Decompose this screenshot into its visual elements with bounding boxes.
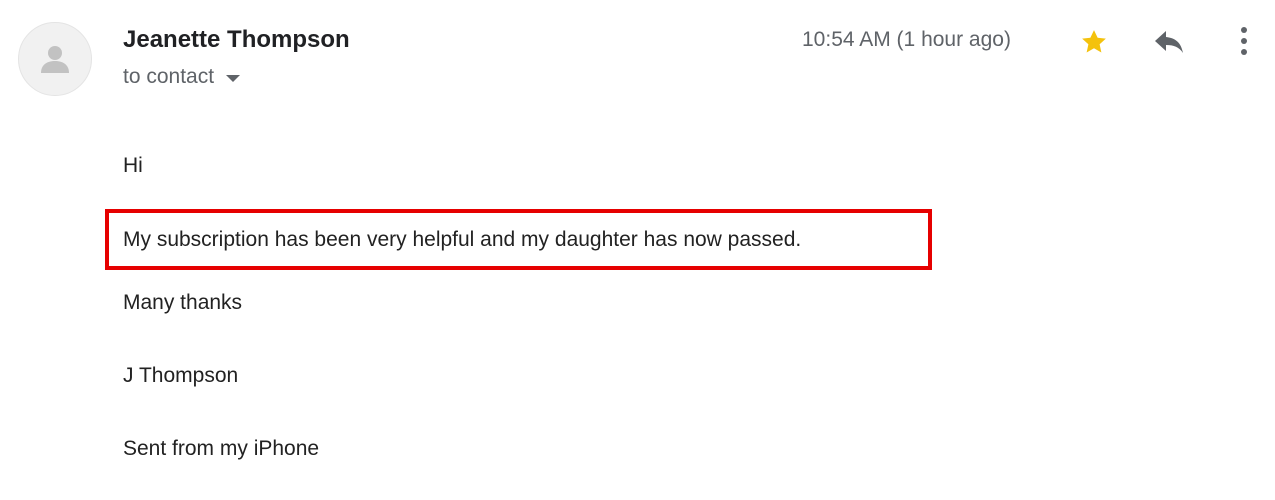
message-thanks: Many thanks bbox=[123, 291, 243, 314]
person-icon bbox=[41, 46, 69, 73]
recipient-label: to contact bbox=[123, 65, 215, 88]
sender-name: Jeanette Thompson bbox=[123, 26, 350, 53]
message-signature: J Thompson bbox=[123, 364, 239, 387]
sender-avatar[interactable] bbox=[18, 22, 92, 96]
message-timestamp: 10:54 AM (1 hour ago) bbox=[802, 28, 1011, 51]
chevron-down-icon bbox=[226, 74, 241, 82]
email-message-view: Jeanette Thompson to contact 10:54 AM (1… bbox=[0, 0, 1275, 500]
message-sent-from: Sent from my iPhone bbox=[123, 437, 320, 460]
reply-icon bbox=[1155, 31, 1183, 53]
message-greeting: Hi bbox=[123, 154, 143, 177]
star-button[interactable] bbox=[1076, 24, 1112, 60]
message-highlighted-line: My subscription has been very helpful an… bbox=[123, 228, 802, 251]
recipient-details-toggle[interactable]: to contact bbox=[123, 65, 241, 89]
more-options-button[interactable] bbox=[1230, 22, 1258, 60]
reply-button[interactable] bbox=[1150, 24, 1188, 60]
more-vert-icon bbox=[1241, 27, 1247, 55]
star-icon bbox=[1082, 30, 1106, 53]
